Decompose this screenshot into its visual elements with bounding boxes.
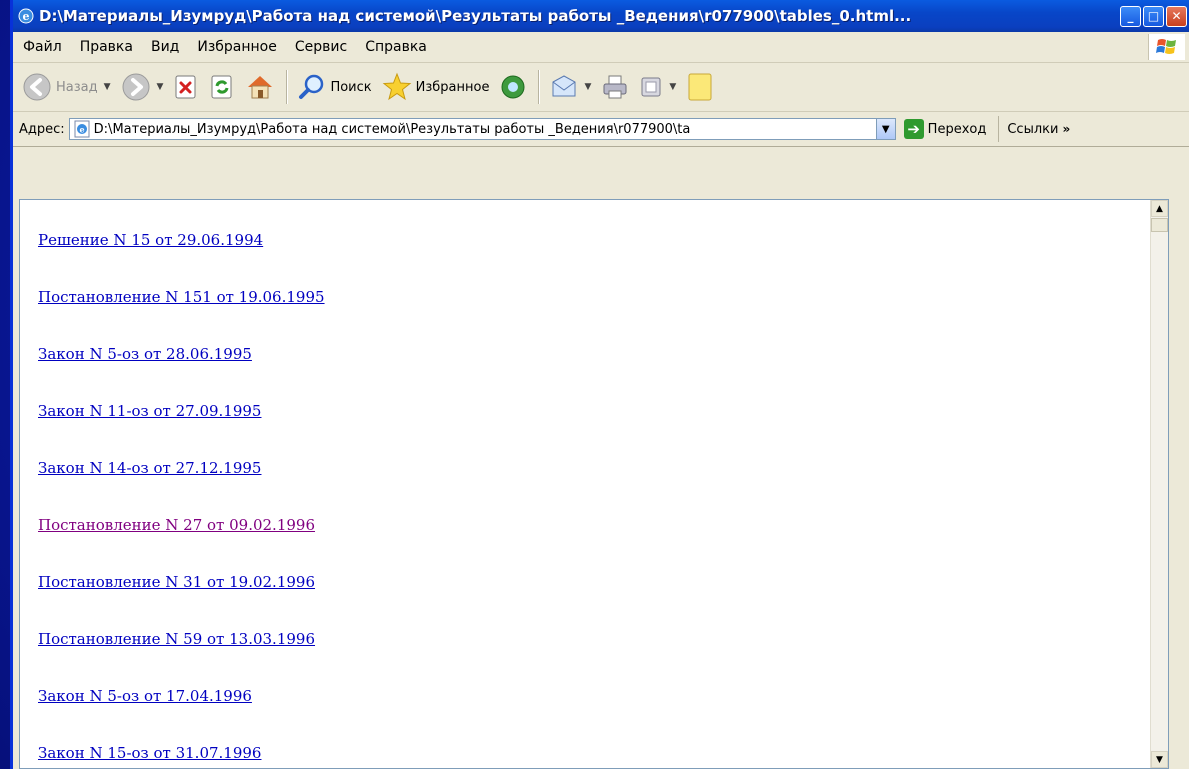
toolbar-separator xyxy=(538,70,540,104)
document-link[interactable]: Решение N 15 от 29.06.1994 xyxy=(38,231,263,249)
mail-dropdown-icon[interactable]: ▼ xyxy=(584,82,591,92)
windows-flag-icon xyxy=(1156,39,1176,54)
document-link[interactable]: Закон N 14-оз от 27.12.1995 xyxy=(38,459,261,477)
address-input[interactable]: e D:\Материалы_Изумруд\Работа над систем… xyxy=(68,118,896,140)
page-content: Решение N 15 от 29.06.1994 Постановление … xyxy=(19,199,1169,769)
menu-file[interactable]: Файл xyxy=(13,39,71,55)
go-label: Переход xyxy=(927,121,987,137)
favorites-button[interactable]: Избранное xyxy=(379,67,493,107)
document-link[interactable]: Постановление N 27 от 09.02.1996 xyxy=(38,516,315,534)
browser-window: e D:\Материалы_Изумруд\Работа над систем… xyxy=(10,0,1189,769)
back-label: Назад xyxy=(56,79,98,95)
vertical-scrollbar[interactable]: ▲ ▼ xyxy=(1150,200,1168,768)
links-more-icon[interactable]: » xyxy=(1062,122,1070,136)
refresh-icon xyxy=(211,75,232,99)
list-item: Постановление N 31 от 19.02.1996 xyxy=(38,572,325,629)
scroll-thumb[interactable] xyxy=(1151,218,1168,232)
menu-help[interactable]: Справка xyxy=(356,39,436,55)
minimize-button[interactable]: _ xyxy=(1120,5,1141,27)
print-button[interactable] xyxy=(598,67,632,107)
menu-edit[interactable]: Правка xyxy=(71,39,142,55)
home-button[interactable] xyxy=(242,67,278,107)
page-icon: e xyxy=(74,120,90,138)
home-icon xyxy=(248,76,273,99)
back-arrow-icon xyxy=(23,73,51,101)
address-value: D:\Материалы_Изумруд\Работа над системой… xyxy=(93,121,691,137)
mail-icon xyxy=(552,75,576,97)
media-icon xyxy=(501,75,525,99)
favorites-label: Избранное xyxy=(415,79,490,95)
internet-explorer-icon: e xyxy=(18,8,34,24)
toolbar: Назад ▼ ▼ Поиск Избранное ▼ ▼ xyxy=(13,63,1189,112)
document-link[interactable]: Закон N 11-оз от 27.09.1995 xyxy=(38,402,261,420)
window-title: D:\Материалы_Изумруд\Работа над системой… xyxy=(39,7,912,25)
edit-page-icon xyxy=(641,77,661,97)
list-item: Закон N 14-оз от 27.12.1995 xyxy=(38,458,325,515)
search-button[interactable]: Поиск xyxy=(295,67,374,107)
refresh-button[interactable] xyxy=(206,67,238,107)
forward-arrow-icon xyxy=(122,73,150,101)
document-link[interactable]: Закон N 5-оз от 28.06.1995 xyxy=(38,345,252,363)
toolbar-separator xyxy=(286,70,288,104)
list-item: Постановление N 59 от 13.03.1996 xyxy=(38,629,325,686)
document-link[interactable]: Постановление N 151 от 19.06.1995 xyxy=(38,288,325,306)
mail-button[interactable]: ▼ xyxy=(547,67,594,107)
note-button[interactable] xyxy=(683,67,717,107)
forward-dropdown-icon[interactable]: ▼ xyxy=(157,82,164,92)
stop-icon xyxy=(175,75,196,99)
document-link[interactable]: Постановление N 59 от 13.03.1996 xyxy=(38,630,315,648)
links-label: Ссылки xyxy=(1007,121,1059,137)
list-item: Постановление N 27 от 09.02.1996 xyxy=(38,515,325,572)
print-icon xyxy=(603,75,627,99)
edit-button[interactable]: ▼ xyxy=(636,67,679,107)
address-dropdown-icon[interactable]: ▼ xyxy=(875,119,895,139)
go-button[interactable]: ➔ Переход xyxy=(903,119,987,139)
title-bar[interactable]: e D:\Материалы_Изумруд\Работа над систем… xyxy=(13,0,1189,32)
list-item: Закон N 11-оз от 27.09.1995 xyxy=(38,401,325,458)
menu-view[interactable]: Вид xyxy=(142,39,188,55)
list-item: Решение N 15 от 29.06.1994 xyxy=(38,230,325,287)
edit-dropdown-icon[interactable]: ▼ xyxy=(669,82,676,92)
menu-bar: Файл Правка Вид Избранное Сервис Справка xyxy=(13,32,1189,63)
list-item: Закон N 5-оз от 17.04.1996 xyxy=(38,686,325,743)
links-button[interactable]: Ссылки » xyxy=(998,116,1070,142)
document-link-list: Решение N 15 от 29.06.1994 Постановление … xyxy=(38,230,325,768)
windows-logo xyxy=(1148,34,1185,60)
menu-tools[interactable]: Сервис xyxy=(286,39,356,55)
maximize-button[interactable]: □ xyxy=(1143,5,1164,27)
go-arrow-icon: ➔ xyxy=(903,119,924,139)
document-link[interactable]: Закон N 15-оз от 31.07.1996 xyxy=(38,744,261,762)
document-link[interactable]: Закон N 5-оз от 17.04.1996 xyxy=(38,687,252,705)
address-bar: Адрес: e D:\Материалы_Изумруд\Работа над… xyxy=(13,112,1189,147)
back-button[interactable]: Назад ▼ xyxy=(19,67,114,107)
media-button[interactable] xyxy=(496,67,530,107)
menu-favorites[interactable]: Избранное xyxy=(188,39,286,55)
search-label: Поиск xyxy=(330,79,372,95)
scroll-down-icon[interactable]: ▼ xyxy=(1151,751,1168,768)
search-icon xyxy=(299,74,324,99)
svg-text:e: e xyxy=(79,125,84,135)
close-button[interactable]: ✕ xyxy=(1166,5,1187,27)
document-link[interactable]: Постановление N 31 от 19.02.1996 xyxy=(38,573,315,591)
list-item: Закон N 15-оз от 31.07.1996 xyxy=(38,743,325,768)
list-item: Постановление N 151 от 19.06.1995 xyxy=(38,287,325,344)
favorites-star-icon xyxy=(382,72,411,101)
svg-text:e: e xyxy=(23,10,30,23)
sticky-note-icon xyxy=(688,73,712,101)
forward-button[interactable]: ▼ xyxy=(118,67,167,107)
list-item: Закон N 5-оз от 28.06.1995 xyxy=(38,344,325,401)
stop-button[interactable] xyxy=(170,67,202,107)
address-label: Адрес: xyxy=(19,121,65,137)
back-dropdown-icon[interactable]: ▼ xyxy=(104,82,111,92)
scroll-up-icon[interactable]: ▲ xyxy=(1151,200,1168,217)
